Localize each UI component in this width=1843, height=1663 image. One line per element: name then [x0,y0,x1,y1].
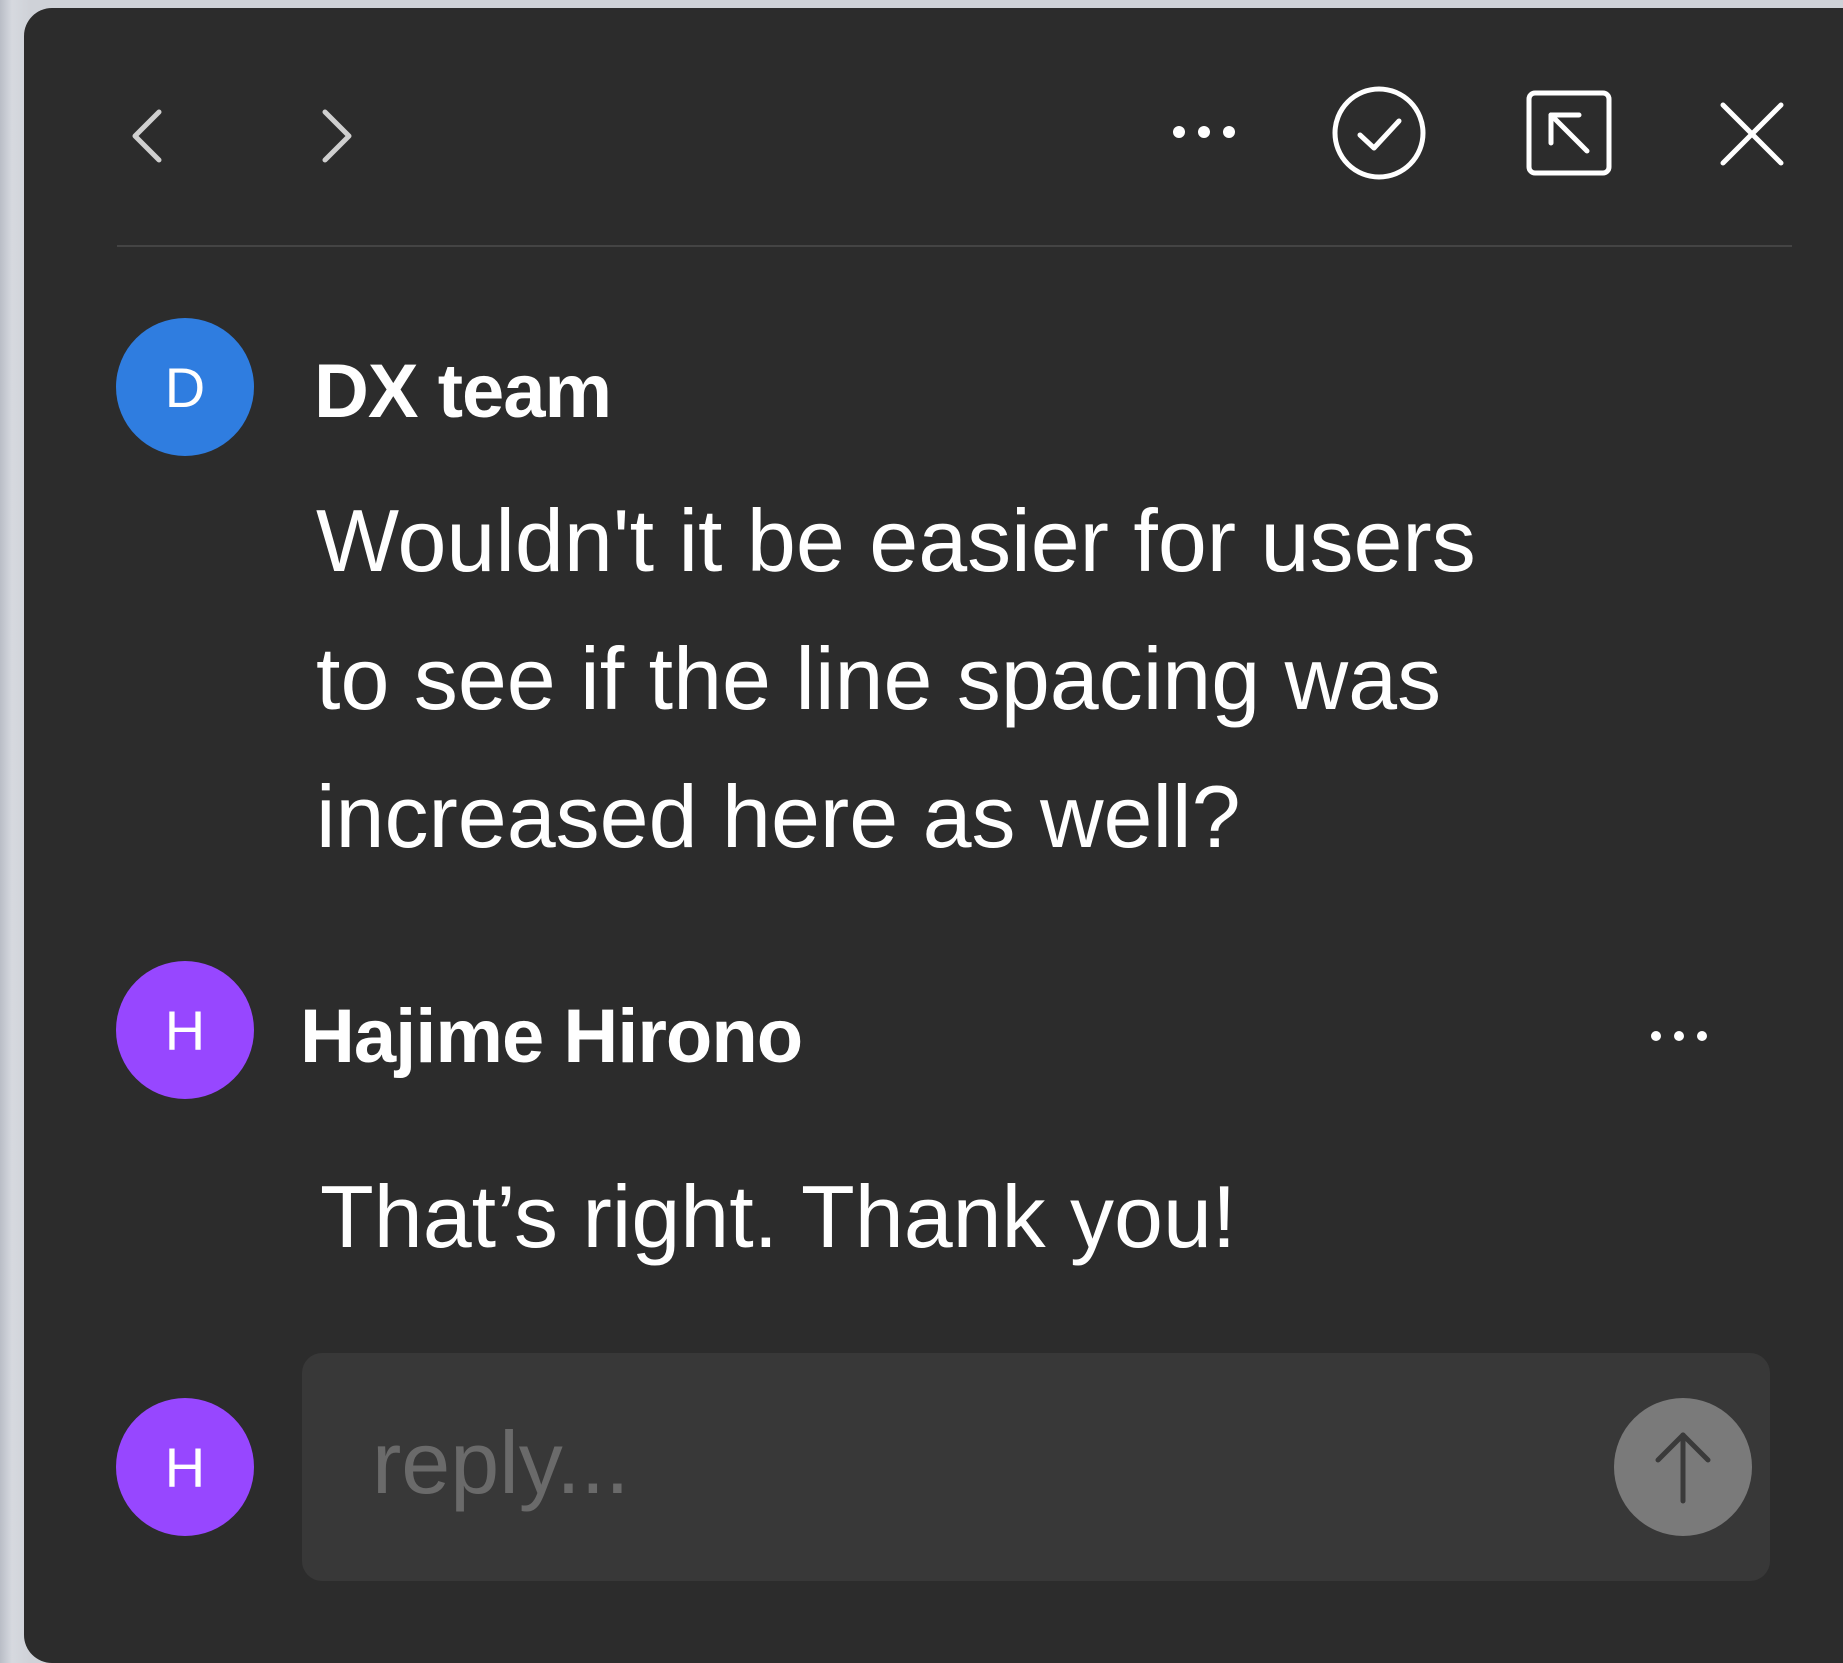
reply-box [302,1353,1770,1581]
comment-author: Hajime Hirono [300,994,803,1079]
more-icon [1173,126,1235,138]
collapse-icon [1526,90,1612,176]
comment-thread-panel: D DX team Wouldn't it be easier for user… [24,8,1843,1663]
next-comment-button[interactable] [302,92,372,180]
chevron-right-icon [322,109,352,163]
previous-comment-button[interactable] [112,92,182,180]
reply-input[interactable] [372,1393,1572,1533]
arrow-up-icon [1655,1432,1711,1504]
toolbar-divider [117,245,1792,247]
send-button[interactable] [1614,1398,1752,1536]
comment-more-options-button[interactable] [1639,1016,1719,1056]
thread-toolbar [24,8,1843,254]
collapse-button[interactable] [1514,78,1624,188]
close-icon [1720,102,1784,166]
avatar: H [116,961,254,1099]
close-button[interactable] [1704,86,1800,182]
comment-text: Wouldn't it be easier for users to see i… [316,491,1476,866]
more-options-button[interactable] [1159,102,1249,162]
resolve-check-icon [1332,86,1426,180]
chevron-left-icon [132,109,162,163]
resolve-button[interactable] [1324,78,1434,188]
comment-author: DX team [314,349,612,434]
avatar: D [116,318,254,456]
comment-text: That’s right. Thank you! [320,1167,1237,1266]
more-icon [1651,1031,1707,1041]
current-user-avatar: H [116,1398,254,1536]
